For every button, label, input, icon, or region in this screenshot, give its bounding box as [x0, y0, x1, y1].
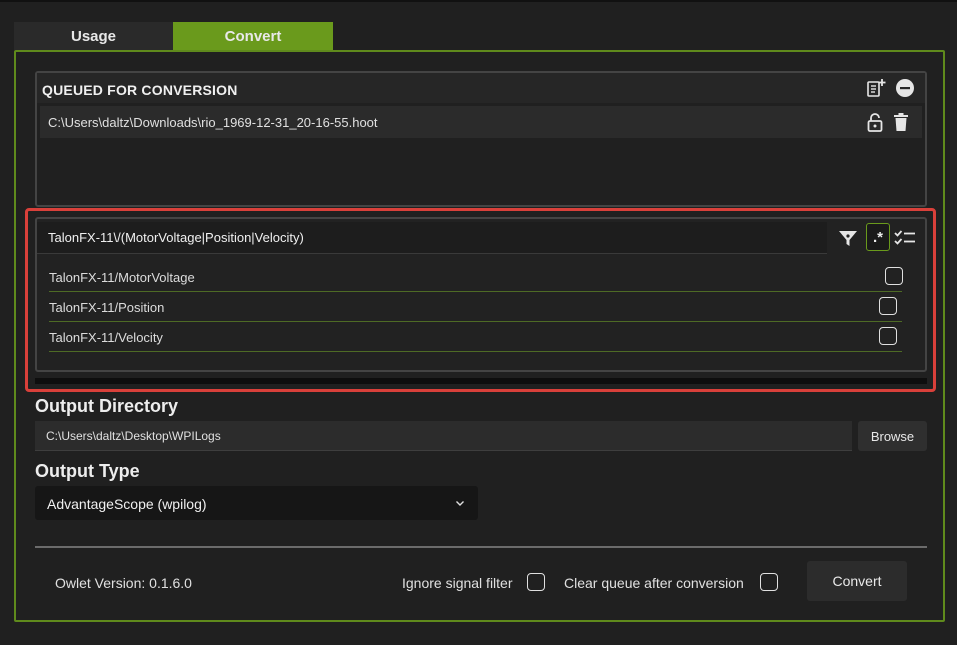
output-directory-field[interactable]	[35, 421, 852, 451]
panel-resize-bar[interactable]	[35, 378, 927, 384]
output-type-value: AdvantageScope (wpilog)	[47, 496, 207, 512]
signal-filter-panel: .* TalonFX-11/MotorVoltage TalonFX-11/Po…	[35, 217, 927, 372]
signal-checkbox[interactable]	[879, 327, 897, 345]
unlock-icon[interactable]	[864, 111, 886, 133]
signal-row: TalonFX-11/Velocity	[49, 322, 902, 352]
signal-label: TalonFX-11/Velocity	[49, 330, 163, 345]
filter-funnel-icon[interactable]	[837, 227, 859, 249]
output-type-select[interactable]: AdvantageScope (wpilog)	[35, 486, 478, 520]
add-file-icon[interactable]	[865, 77, 887, 99]
regex-toggle[interactable]: .*	[866, 223, 890, 251]
chevron-down-icon	[454, 496, 466, 514]
signal-label: TalonFX-11/Position	[49, 300, 165, 315]
ignore-filter-label: Ignore signal filter	[402, 575, 513, 591]
version-label: Owlet Version: 0.1.6.0	[55, 575, 192, 591]
convert-button[interactable]: Convert	[807, 561, 907, 601]
clear-queue-label: Clear queue after conversion	[564, 575, 744, 591]
queue-title: QUEUED FOR CONVERSION	[42, 82, 238, 98]
signal-filter-input[interactable]	[37, 222, 827, 254]
clear-queue-checkbox[interactable]	[760, 573, 778, 591]
output-type-title: Output Type	[35, 461, 140, 481]
browse-button[interactable]: Browse	[858, 421, 927, 451]
signal-row: TalonFX-11/MotorVoltage	[49, 262, 903, 292]
queue-item-path: C:\Users\daltz\Downloads\rio_1969-12-31_…	[48, 115, 378, 130]
signal-label: TalonFX-11/MotorVoltage	[49, 270, 195, 285]
remove-all-icon[interactable]	[894, 77, 916, 99]
regex-icon: .*	[872, 228, 883, 246]
ignore-filter-checkbox[interactable]	[527, 573, 545, 591]
window-top-edge	[0, 0, 957, 2]
queue-item[interactable]: C:\Users\daltz\Downloads\rio_1969-12-31_…	[40, 106, 922, 138]
select-all-icon[interactable]	[894, 227, 916, 249]
tab-bar: Usage Convert	[14, 22, 333, 50]
signal-row: TalonFX-11/Position	[49, 292, 902, 322]
queue-header: QUEUED FOR CONVERSION	[37, 73, 925, 103]
tab-usage[interactable]: Usage	[14, 22, 173, 50]
footer-divider	[35, 546, 927, 548]
signal-checkbox[interactable]	[879, 297, 897, 315]
output-directory-title: Output Directory	[35, 396, 179, 416]
signal-checkbox[interactable]	[885, 267, 903, 285]
conversion-queue: QUEUED FOR CONVERSION C:\Users\daltz\Dow…	[35, 71, 927, 207]
tab-convert[interactable]: Convert	[173, 22, 333, 50]
trash-icon[interactable]	[890, 111, 912, 133]
